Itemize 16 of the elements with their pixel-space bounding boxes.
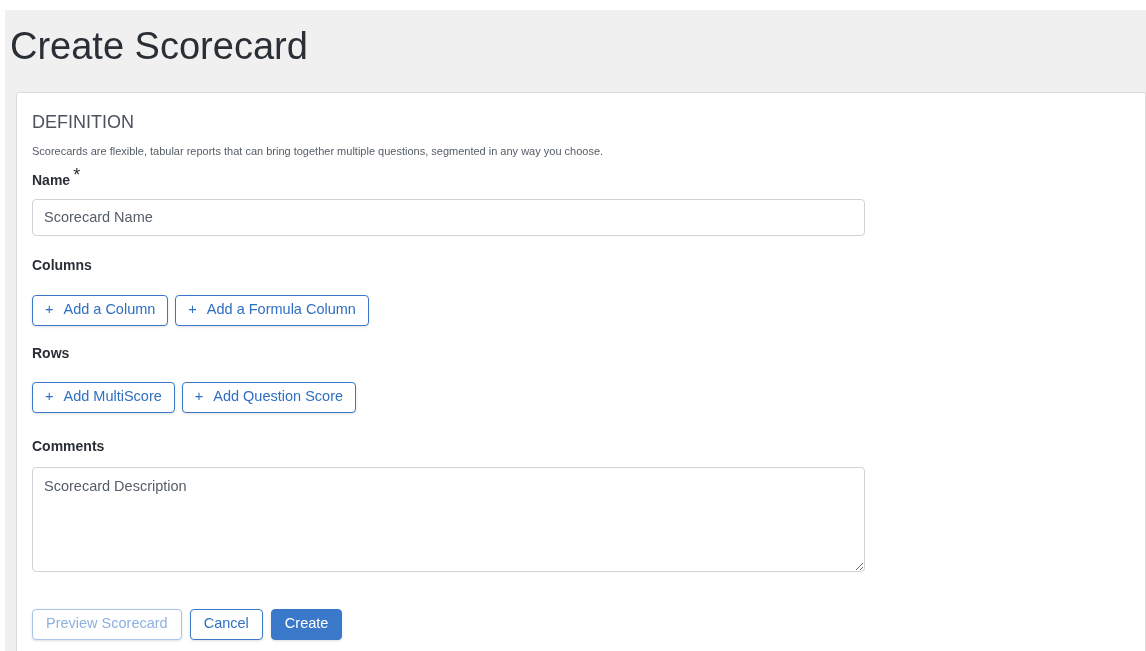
section-description: Scorecards are flexible, tabular reports that can bring together multiple questions, segmented in any way you choose. [32, 144, 605, 159]
field-label: Rows [32, 343, 71, 363]
add-button[interactable]: + Add Question Score [181, 381, 357, 413]
required-mark: * [73, 165, 81, 184]
add-button[interactable]: + Add a Formula Column [175, 294, 369, 326]
field-label: Name [32, 170, 71, 190]
name-input[interactable]: Scorecard Name [32, 198, 865, 236]
action-button[interactable]: Create [270, 608, 343, 640]
field-label: Comments [32, 436, 106, 456]
add-button[interactable]: + Add MultiScore [32, 381, 175, 413]
action-button[interactable]: Cancel [189, 608, 263, 640]
section-heading: DEFINITION [32, 111, 135, 133]
page-title: Create Scorecard [10, 24, 309, 69]
field-label: Columns [32, 255, 93, 275]
comments-textarea[interactable]: Scorecard Description [32, 466, 865, 572]
add-button[interactable]: + Add a Column [32, 294, 169, 326]
